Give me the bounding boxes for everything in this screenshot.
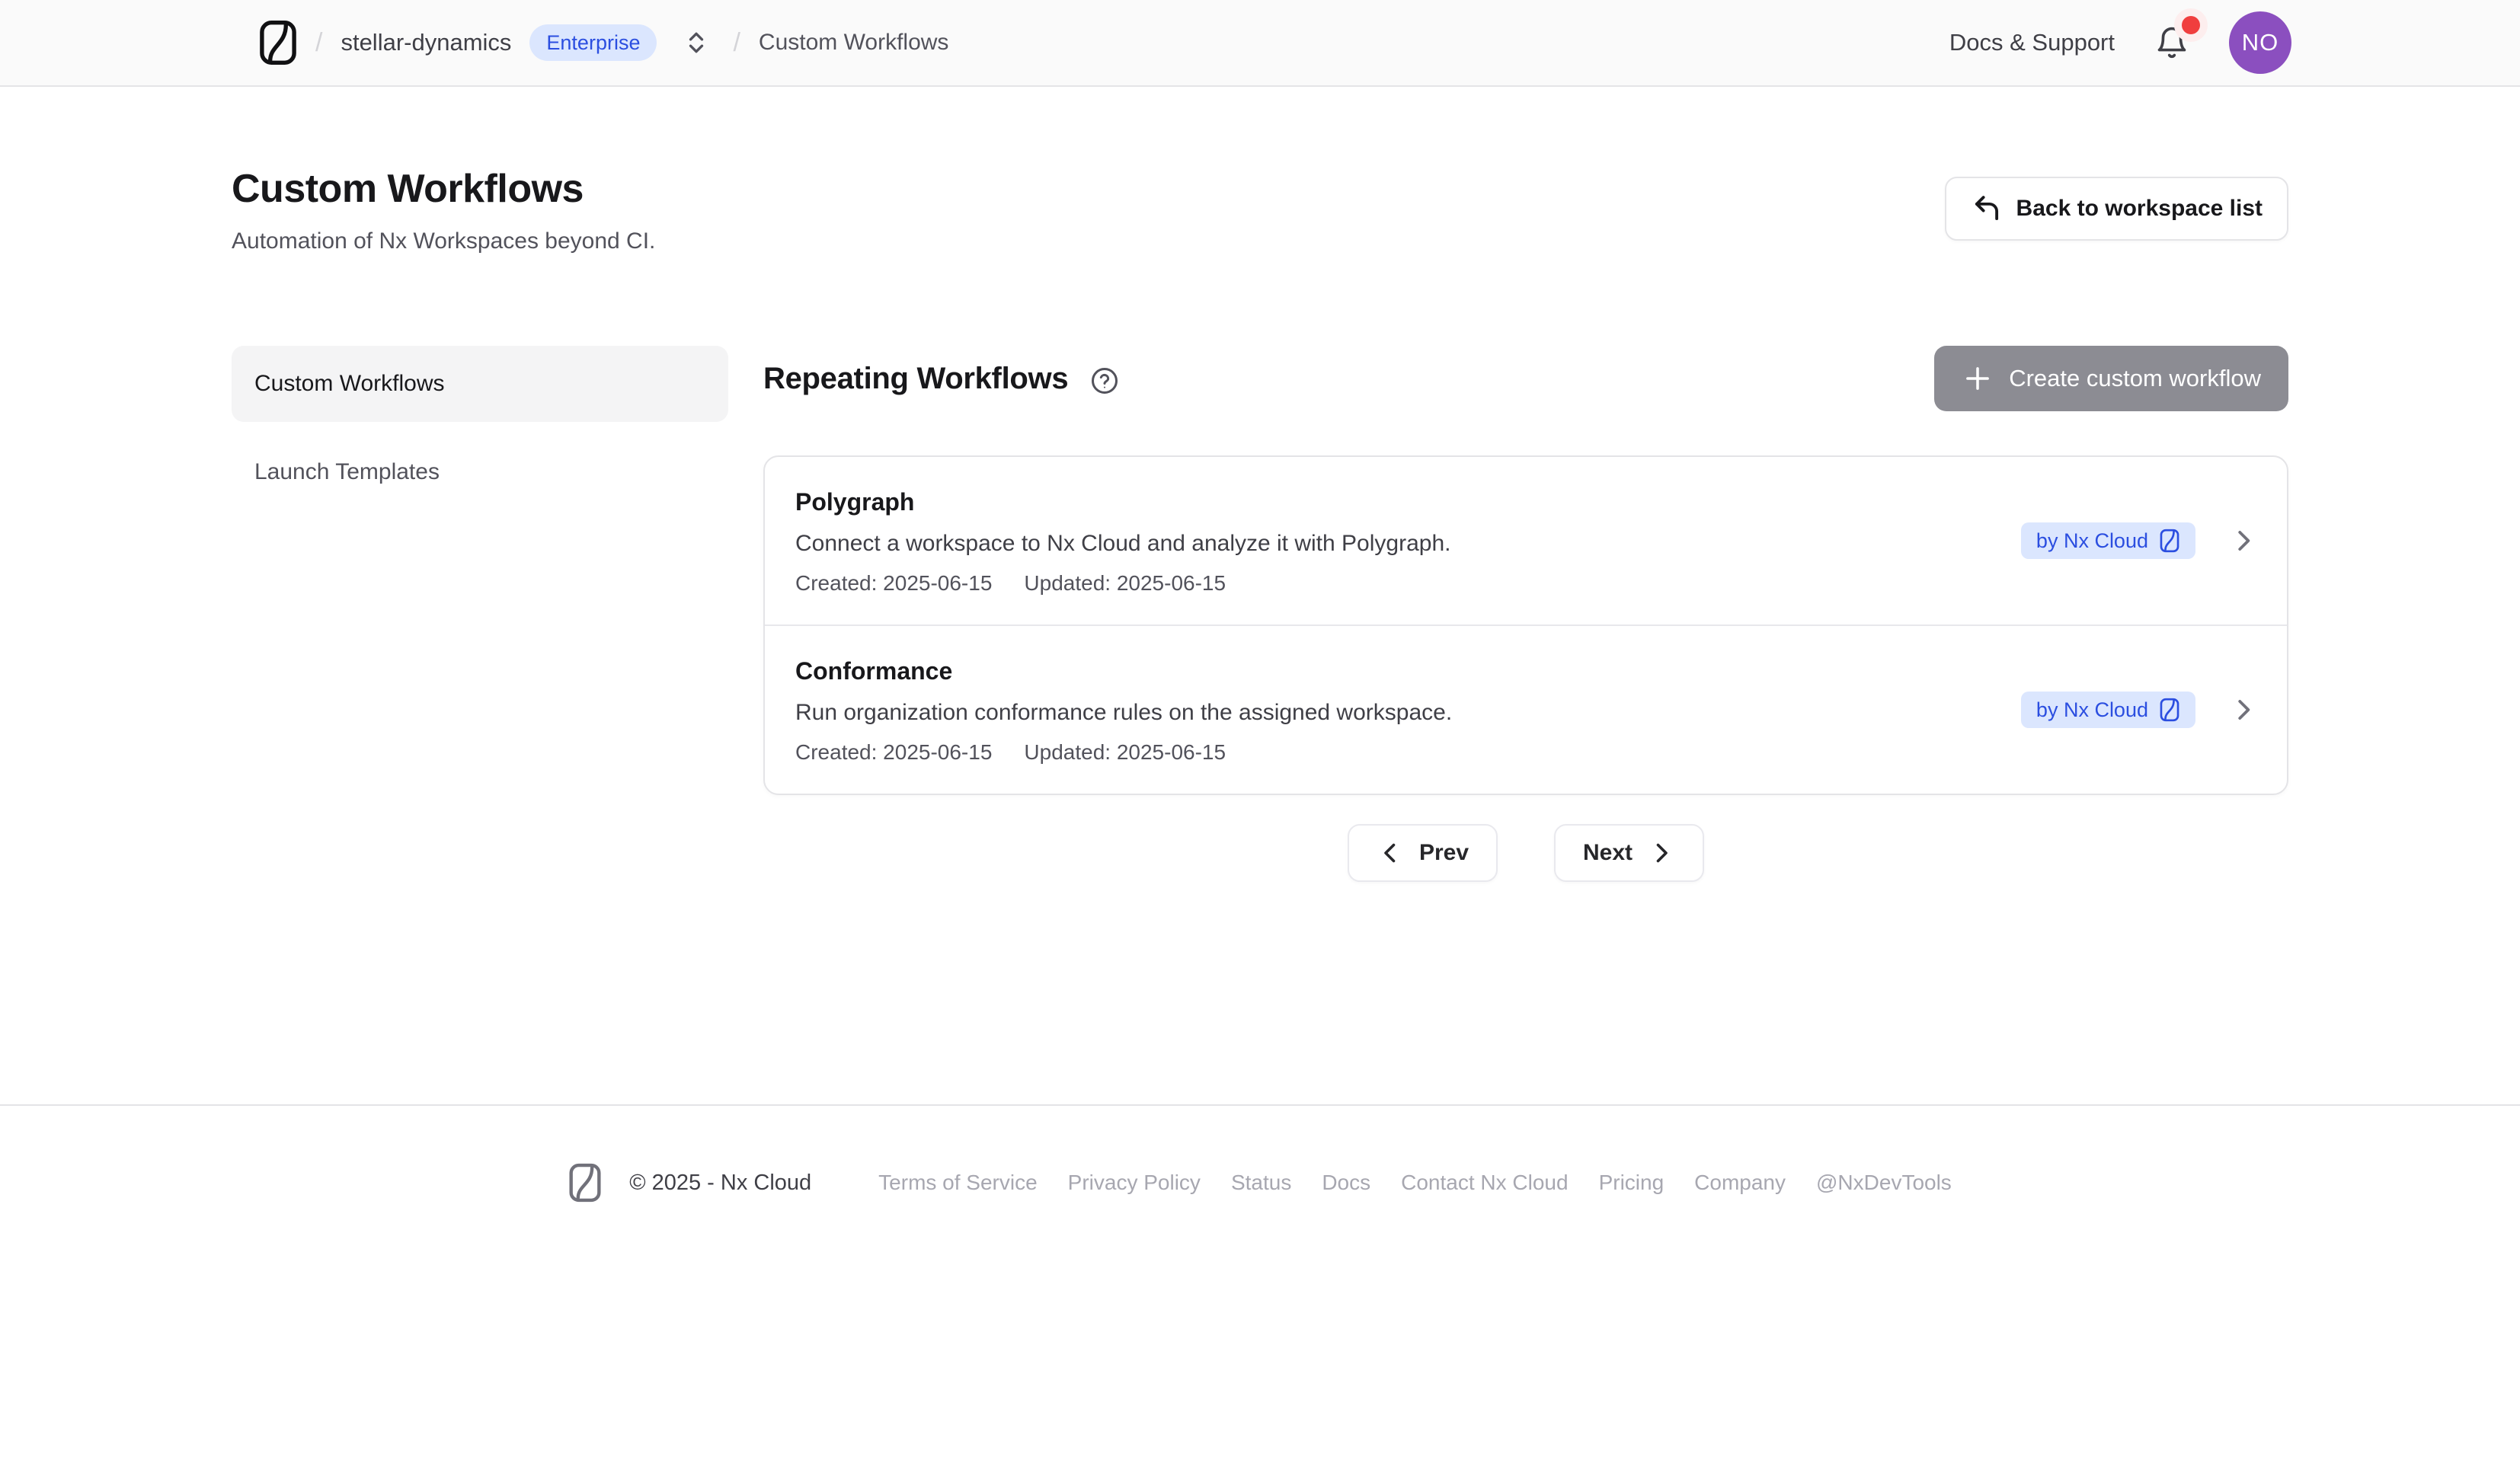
workflow-created-date: Created: 2025-06-15 bbox=[795, 740, 992, 765]
settings-sidebar: Custom Workflows Launch Templates bbox=[232, 346, 728, 882]
breadcrumb-workspace-name[interactable]: stellar-dynamics bbox=[341, 29, 511, 56]
workflow-row-actions: by Nx Cloud bbox=[2021, 692, 2258, 728]
section-header: Repeating Workflows Create cust bbox=[763, 346, 2288, 411]
pagination: Prev Next bbox=[763, 824, 2288, 882]
footer-link-privacy[interactable]: Privacy Policy bbox=[1068, 1171, 1201, 1195]
footer-nx-logo-icon bbox=[568, 1162, 602, 1203]
notification-dot bbox=[2182, 16, 2200, 34]
nx-cloud-mini-logo-icon bbox=[2159, 698, 2180, 722]
workflow-row-actions: by Nx Cloud bbox=[2021, 522, 2258, 559]
repeating-workflows-section: Repeating Workflows Create cust bbox=[763, 346, 2288, 882]
back-to-workspace-list-button[interactable]: Back to workspace list bbox=[1945, 177, 2288, 241]
prev-page-button[interactable]: Prev bbox=[1348, 824, 1498, 882]
breadcrumb-separator: / bbox=[315, 28, 322, 58]
prev-button-label: Prev bbox=[1419, 840, 1469, 866]
workflow-created-date: Created: 2025-06-15 bbox=[795, 571, 992, 596]
chevron-right-icon bbox=[1648, 839, 1675, 867]
footer-link-docs[interactable]: Docs bbox=[1322, 1171, 1370, 1195]
content-columns: Custom Workflows Launch Templates Repeat… bbox=[232, 346, 2288, 882]
header-actions: Docs & Support NO bbox=[1949, 11, 2291, 74]
page-title: Custom Workflows bbox=[232, 166, 655, 212]
badge-label: by Nx Cloud bbox=[2036, 529, 2148, 553]
nx-cloud-mini-logo-icon bbox=[2159, 529, 2180, 553]
chevron-up-down-icon bbox=[683, 29, 710, 56]
section-title: Repeating Workflows bbox=[763, 362, 1068, 396]
corner-up-left-icon bbox=[1971, 193, 2003, 225]
docs-support-link[interactable]: Docs & Support bbox=[1949, 29, 2115, 56]
footer-link-status[interactable]: Status bbox=[1231, 1171, 1291, 1195]
workflow-info: Polygraph Connect a workspace to Nx Clou… bbox=[795, 486, 1450, 596]
notifications-button[interactable] bbox=[2151, 22, 2192, 63]
page-subtitle: Automation of Nx Workspaces beyond CI. bbox=[232, 228, 655, 254]
footer-copyright: © 2025 - Nx Cloud bbox=[629, 1171, 811, 1196]
sidebar-item-launch-templates[interactable]: Launch Templates bbox=[232, 434, 728, 510]
breadcrumb-current-page: Custom Workflows bbox=[759, 30, 949, 56]
footer-link-terms[interactable]: Terms of Service bbox=[878, 1171, 1038, 1195]
breadcrumb: / stellar-dynamics Enterprise / Custom W… bbox=[259, 20, 948, 65]
chevron-right-icon bbox=[2229, 695, 2258, 724]
page-title-block: Custom Workflows Automation of Nx Worksp… bbox=[232, 166, 655, 254]
nx-cloud-logo-icon[interactable] bbox=[259, 20, 297, 65]
workflow-info: Conformance Run organization conformance… bbox=[795, 655, 1452, 765]
badge-label: by Nx Cloud bbox=[2036, 698, 2148, 722]
next-page-button[interactable]: Next bbox=[1554, 824, 1704, 882]
chevron-left-icon bbox=[1377, 839, 1404, 867]
workflow-updated-date: Updated: 2025-06-15 bbox=[1024, 740, 1226, 765]
workflow-updated-date: Updated: 2025-06-15 bbox=[1024, 571, 1226, 596]
breadcrumb-separator: / bbox=[733, 28, 740, 58]
workflow-meta: Created: 2025-06-15 Updated: 2025-06-15 bbox=[795, 571, 1450, 596]
help-button[interactable] bbox=[1088, 364, 1121, 398]
sidebar-item-custom-workflows[interactable]: Custom Workflows bbox=[232, 346, 728, 422]
workflow-row-conformance[interactable]: Conformance Run organization conformance… bbox=[765, 625, 2287, 794]
by-nx-cloud-badge[interactable]: by Nx Cloud bbox=[2021, 522, 2195, 559]
workspace-switcher-button[interactable] bbox=[678, 24, 715, 61]
create-button-label: Create custom workflow bbox=[2009, 365, 2261, 392]
workflow-description: Connect a workspace to Nx Cloud and anal… bbox=[795, 529, 1450, 559]
user-avatar[interactable]: NO bbox=[2229, 11, 2291, 74]
workflow-list: Polygraph Connect a workspace to Nx Clou… bbox=[763, 455, 2288, 795]
footer-link-nxdevtools[interactable]: @NxDevTools bbox=[1816, 1171, 1952, 1195]
top-navbar: / stellar-dynamics Enterprise / Custom W… bbox=[0, 0, 2520, 87]
main-content: Custom Workflows Automation of Nx Worksp… bbox=[232, 87, 2288, 1104]
plus-icon bbox=[1962, 363, 1994, 395]
footer-link-pricing[interactable]: Pricing bbox=[1599, 1171, 1665, 1195]
help-circle-icon bbox=[1089, 366, 1120, 396]
workflow-row-polygraph[interactable]: Polygraph Connect a workspace to Nx Clou… bbox=[765, 457, 2287, 625]
footer-link-contact[interactable]: Contact Nx Cloud bbox=[1401, 1171, 1568, 1195]
chevron-right-icon bbox=[2229, 526, 2258, 555]
workflow-description: Run organization conformance rules on th… bbox=[795, 698, 1452, 728]
create-custom-workflow-button[interactable]: Create custom workflow bbox=[1934, 346, 2288, 411]
next-button-label: Next bbox=[1583, 840, 1633, 866]
page-header: Custom Workflows Automation of Nx Worksp… bbox=[232, 87, 2288, 254]
footer-links: Terms of Service Privacy Policy Status D… bbox=[878, 1171, 1952, 1195]
footer-link-company[interactable]: Company bbox=[1694, 1171, 1786, 1195]
workflow-meta: Created: 2025-06-15 Updated: 2025-06-15 bbox=[795, 740, 1452, 765]
plan-badge: Enterprise bbox=[529, 24, 657, 61]
workflow-name: Polygraph bbox=[795, 486, 1450, 518]
by-nx-cloud-badge[interactable]: by Nx Cloud bbox=[2021, 692, 2195, 728]
back-button-label: Back to workspace list bbox=[2016, 196, 2263, 222]
workflow-name: Conformance bbox=[795, 655, 1452, 687]
page-footer: © 2025 - Nx Cloud Terms of Service Priva… bbox=[0, 1106, 2520, 1203]
